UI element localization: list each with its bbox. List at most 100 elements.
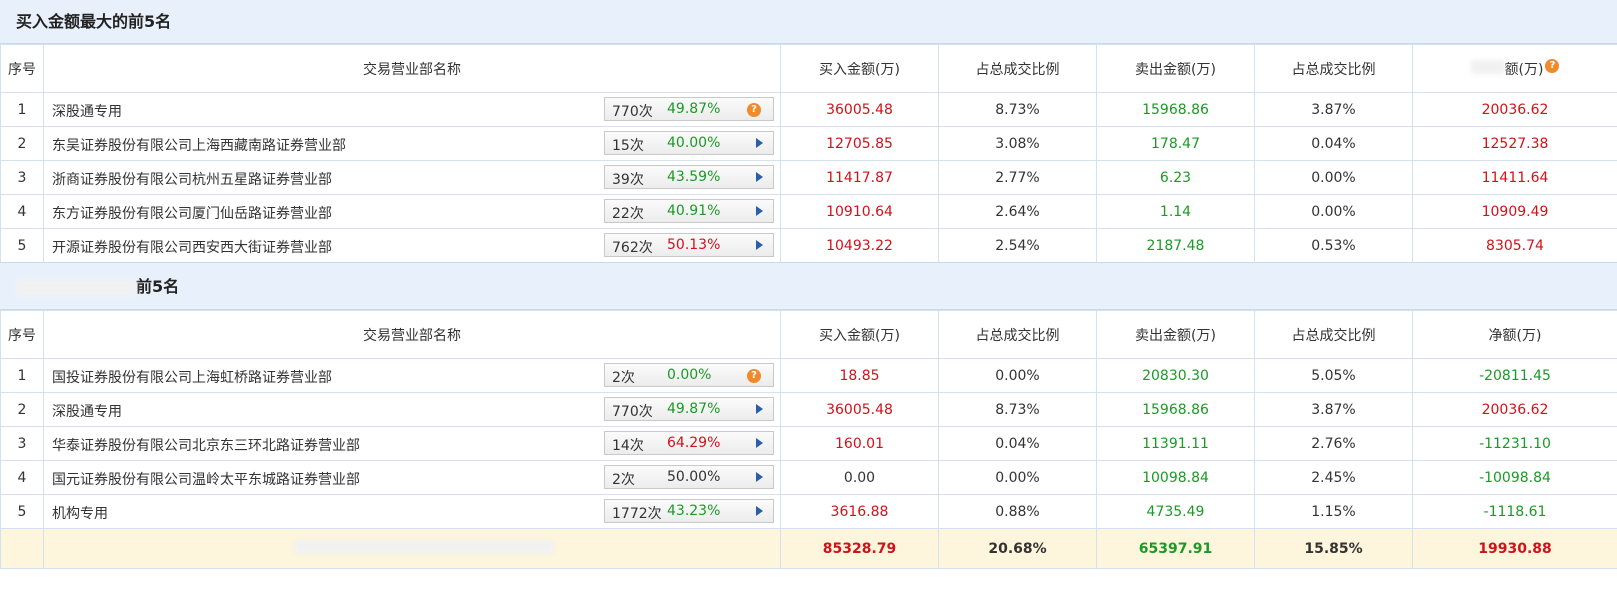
net-amount: 11411.64 xyxy=(1412,160,1617,195)
header-buy-ratio: 占总成交比例 xyxy=(938,310,1097,359)
win-rate: 64.29% xyxy=(667,435,721,451)
buy-amount: 11417.87 xyxy=(780,160,939,195)
branch-name-link[interactable]: 深股通专用 xyxy=(52,401,122,421)
header-index: 序号 xyxy=(0,44,44,93)
buy-ratio: 8.73% xyxy=(938,392,1097,427)
buy-ratio: 2.54% xyxy=(938,228,1097,263)
appearance-count: 22次 xyxy=(612,206,644,222)
buy-section-title-text: 买入金额最大的前5名 xyxy=(16,12,172,31)
total-sell-ratio: 15.85% xyxy=(1254,528,1413,569)
table-row: 5 开源证券股份有限公司西安西大街证券营业部 762次 50.13% 10493.22 2… xyxy=(0,228,1617,263)
blurred-header-part xyxy=(1470,59,1505,74)
buy-amount: 160.01 xyxy=(780,426,939,461)
buy-ratio: 3.08% xyxy=(938,126,1097,161)
history-badge[interactable]: 2次 0.00%? xyxy=(604,363,774,387)
branch-name-link[interactable]: 华泰证券股份有限公司北京东三环北路证券营业部 xyxy=(52,435,360,455)
history-badge[interactable]: 15次 40.00% xyxy=(604,131,774,155)
branch-name-link[interactable]: 机构专用 xyxy=(52,503,108,523)
branch-cell: 深股通专用 770次 49.87%? xyxy=(43,92,781,127)
buy-table-header: 序号 交易营业部名称 买入金额(万) 占总成交比例 卖出金额(万) 占总成交比例… xyxy=(0,44,1617,93)
net-amount: -20811.45 xyxy=(1412,358,1617,393)
history-badge[interactable]: 14次 64.29% xyxy=(604,431,774,455)
net-amount: -1118.61 xyxy=(1412,494,1617,529)
buy-ratio: 0.00% xyxy=(938,358,1097,393)
row-index: 4 xyxy=(0,194,44,229)
history-badge[interactable]: 770次 49.87% xyxy=(604,397,774,421)
appearance-count: 770次 xyxy=(612,404,653,420)
table-row: 1 深股通专用 770次 49.87%? 36005.48 8.73% 15968.86 3.… xyxy=(0,92,1617,127)
sell-amount: 178.47 xyxy=(1096,126,1255,161)
header-buy-amount: 买入金额(万) xyxy=(780,310,939,359)
sell-table: 序号 交易营业部名称 买入金额(万) 占总成交比例 卖出金额(万) 占总成交比例… xyxy=(0,310,1617,569)
branch-cell: 东方证券股份有限公司厦门仙岳路证券营业部 22次 40.91% xyxy=(43,194,781,229)
appearance-count: 1772次 xyxy=(612,506,662,522)
row-index: 1 xyxy=(0,92,44,127)
help-icon[interactable]: ? xyxy=(747,103,761,117)
arrow-right-icon[interactable] xyxy=(756,506,763,516)
sell-ratio: 2.45% xyxy=(1254,460,1413,495)
branch-name-link[interactable]: 浙商证券股份有限公司杭州五星路证券营业部 xyxy=(52,169,332,189)
total-label-cell xyxy=(43,528,781,569)
table-row: 4 国元证券股份有限公司温岭太平东城路证券营业部 2次 50.00% 0.00 0.00%… xyxy=(0,460,1617,495)
win-rate: 50.00% xyxy=(667,469,721,485)
arrow-right-icon[interactable] xyxy=(756,138,763,148)
branch-cell: 东吴证券股份有限公司上海西藏南路证券营业部 15次 40.00% xyxy=(43,126,781,161)
header-index: 序号 xyxy=(0,310,44,359)
total-sell: 65397.91 xyxy=(1096,528,1255,569)
header-sell-amount: 卖出金额(万) xyxy=(1096,44,1255,93)
appearance-count: 770次 xyxy=(612,104,653,120)
buy-ratio: 2.64% xyxy=(938,194,1097,229)
table-row: 1 国投证券股份有限公司上海虹桥路证券营业部 2次 0.00%? 18.85 0.00% 2… xyxy=(0,358,1617,393)
sell-amount: 20830.30 xyxy=(1096,358,1255,393)
win-rate: 40.00% xyxy=(667,135,721,151)
arrow-right-icon[interactable] xyxy=(756,172,763,182)
sell-amount: 6.23 xyxy=(1096,160,1255,195)
appearance-count: 762次 xyxy=(612,240,653,256)
arrow-right-icon[interactable] xyxy=(756,240,763,250)
branch-name-link[interactable]: 东吴证券股份有限公司上海西藏南路证券营业部 xyxy=(52,135,346,155)
branch-name-link[interactable]: 开源证券股份有限公司西安西大街证券营业部 xyxy=(52,237,332,257)
history-badge[interactable]: 22次 40.91% xyxy=(604,199,774,223)
branch-name-link[interactable]: 国元证券股份有限公司温岭太平东城路证券营业部 xyxy=(52,469,360,489)
row-index: 3 xyxy=(0,160,44,195)
buy-section-title: 买入金额最大的前5名 xyxy=(0,0,1617,44)
sell-ratio: 0.00% xyxy=(1254,194,1413,229)
buy-table: 序号 交易营业部名称 买入金额(万) 占总成交比例 卖出金额(万) 占总成交比例… xyxy=(0,44,1617,263)
sell-ratio: 0.04% xyxy=(1254,126,1413,161)
net-amount: 12527.38 xyxy=(1412,126,1617,161)
sell-amount: 1.14 xyxy=(1096,194,1255,229)
history-badge[interactable]: 1772次 43.23% xyxy=(604,499,774,523)
table-row: 3 浙商证券股份有限公司杭州五星路证券营业部 39次 43.59% 11417.87 2.… xyxy=(0,160,1617,195)
appearance-count: 14次 xyxy=(612,438,644,454)
arrow-right-icon[interactable] xyxy=(756,438,763,448)
sell-amount: 15968.86 xyxy=(1096,92,1255,127)
sell-amount: 15968.86 xyxy=(1096,392,1255,427)
history-badge[interactable]: 762次 50.13% xyxy=(604,233,774,257)
sell-ratio: 3.87% xyxy=(1254,92,1413,127)
arrow-right-icon[interactable] xyxy=(756,404,763,414)
history-badge[interactable]: 39次 43.59% xyxy=(604,165,774,189)
branch-name-link[interactable]: 东方证券股份有限公司厦门仙岳路证券营业部 xyxy=(52,203,332,223)
branch-name-link[interactable]: 国投证券股份有限公司上海虹桥路证券营业部 xyxy=(52,367,332,387)
branch-cell: 开源证券股份有限公司西安西大街证券营业部 762次 50.13% xyxy=(43,228,781,263)
net-amount: -10098.84 xyxy=(1412,460,1617,495)
arrow-right-icon[interactable] xyxy=(756,206,763,216)
history-badge[interactable]: 770次 49.87%? xyxy=(604,97,774,121)
win-rate: 43.59% xyxy=(667,169,721,185)
branch-name-link[interactable]: 深股通专用 xyxy=(52,101,122,121)
sell-table-header: 序号 交易营业部名称 买入金额(万) 占总成交比例 卖出金额(万) 占总成交比例… xyxy=(0,310,1617,359)
branch-cell: 浙商证券股份有限公司杭州五星路证券营业部 39次 43.59% xyxy=(43,160,781,195)
header-buy-ratio: 占总成交比例 xyxy=(938,44,1097,93)
win-rate: 49.87% xyxy=(667,101,721,117)
buy-amount: 10910.64 xyxy=(780,194,939,229)
history-badge[interactable]: 2次 50.00% xyxy=(604,465,774,489)
buy-amount: 10493.22 xyxy=(780,228,939,263)
arrow-right-icon[interactable] xyxy=(756,472,763,482)
total-index-cell xyxy=(0,528,44,569)
help-icon[interactable]: ? xyxy=(747,369,761,383)
table-row: 4 东方证券股份有限公司厦门仙岳路证券营业部 22次 40.91% 10910.64 2.… xyxy=(0,194,1617,229)
buy-amount: 36005.48 xyxy=(780,92,939,127)
buy-amount: 18.85 xyxy=(780,358,939,393)
help-icon[interactable]: ? xyxy=(1545,58,1560,73)
sell-section-title: 前5名 xyxy=(0,262,1617,310)
